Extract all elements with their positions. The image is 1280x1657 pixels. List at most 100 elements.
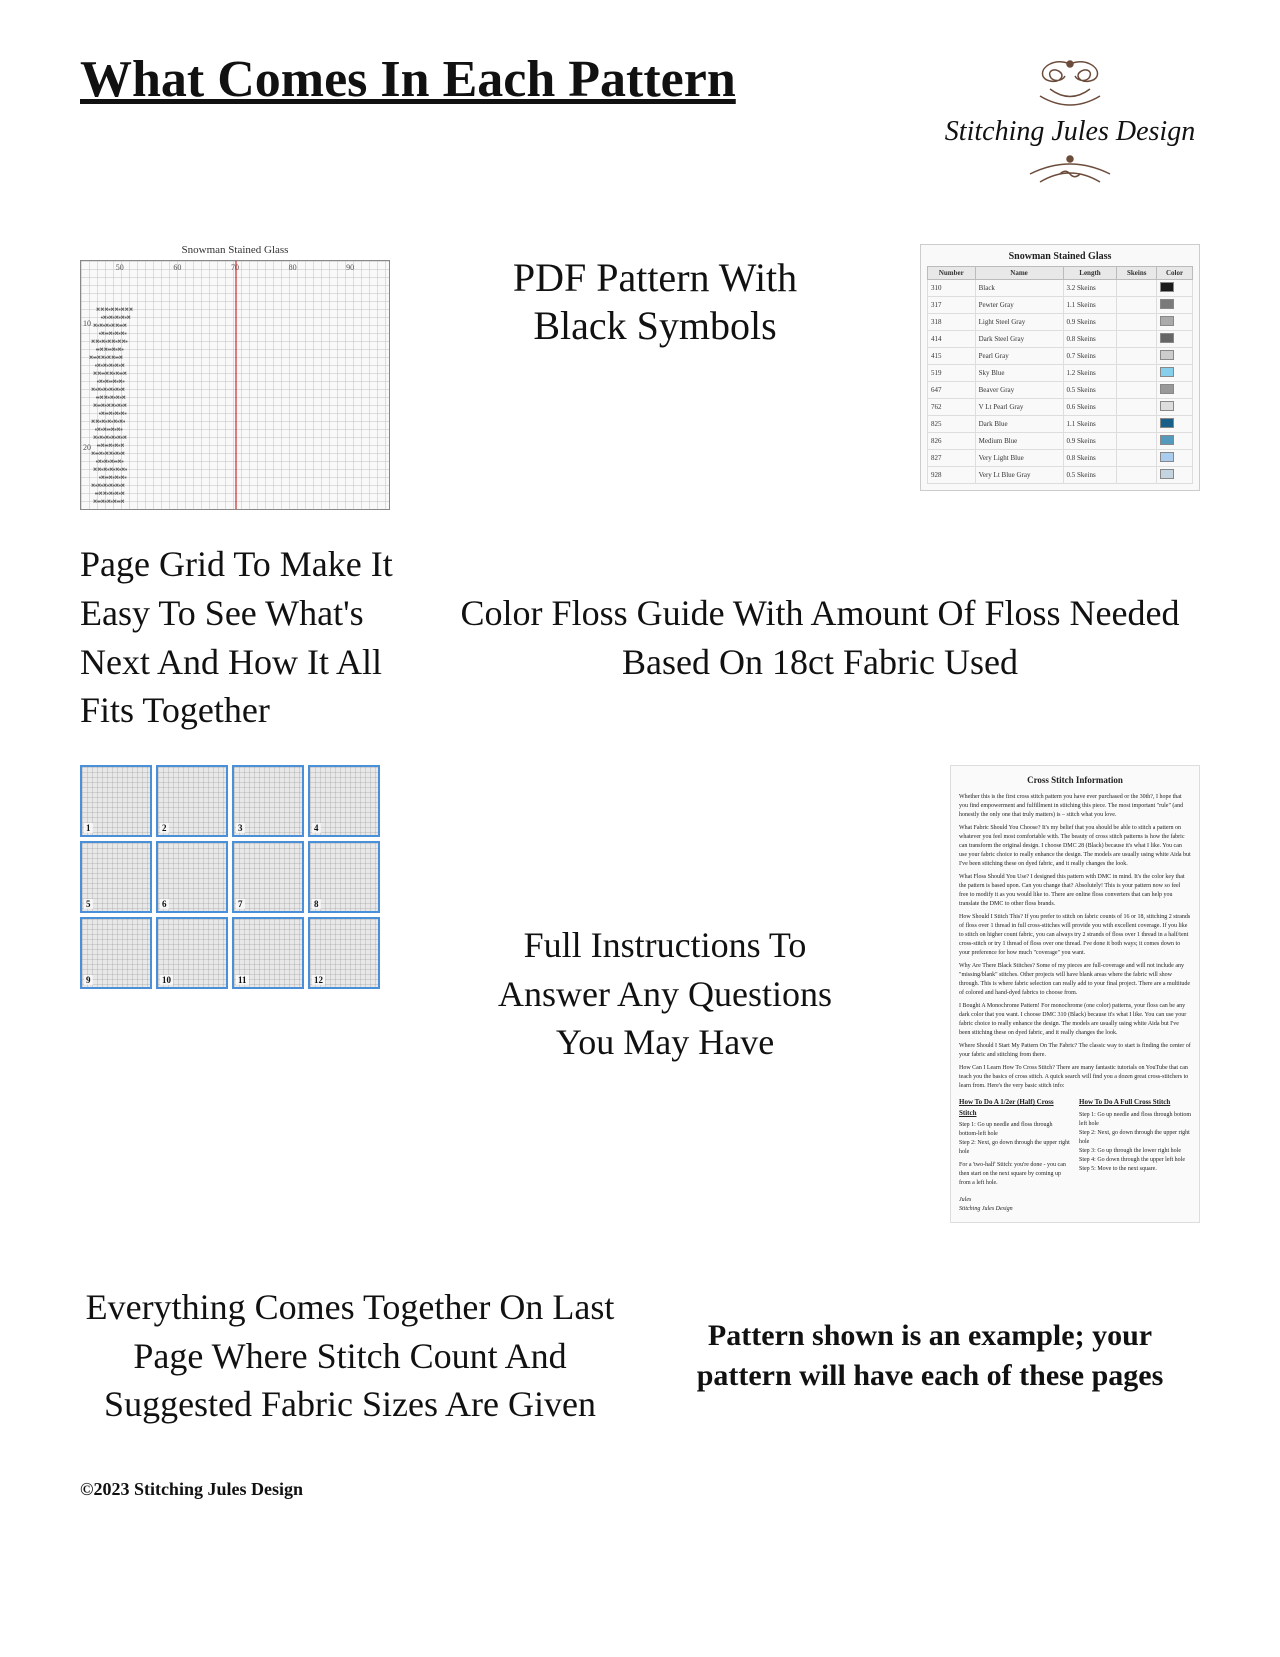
thumbnail-number: 1 — [84, 823, 93, 833]
svg-text:▪✕▪▪✕▪✕▪✕▪: ▪✕▪▪✕▪✕▪✕▪ — [99, 331, 127, 337]
color-swatch — [1160, 452, 1174, 462]
instructions-text: Full Instructions To Answer Any Question… — [400, 921, 930, 1067]
svg-text:▪✕▪✕▪✕▪✕▪✕: ▪✕▪✕▪✕▪✕▪✕ — [101, 315, 131, 321]
floss-row: 414Dark Steel Gray0.8 Skeins — [928, 331, 1193, 348]
thumbnail-number: 6 — [160, 899, 169, 909]
full-step: Step 4: Go down through the upper left h… — [1079, 1156, 1191, 1165]
thumbnail-number: 12 — [312, 975, 325, 985]
info-paragraph: How Can I Learn How To Cross Stitch? The… — [959, 1064, 1191, 1091]
full-step: Step 3: Go up through the lower right ho… — [1079, 1147, 1191, 1156]
svg-text:▪✕▪✕▪✕▪▪✕▪: ▪✕▪✕▪✕▪▪✕▪ — [96, 459, 124, 465]
floss-row: 928Very Lt Blue Gray0.5 Skeins — [928, 467, 1193, 484]
thumbnail-cell: 11 — [232, 917, 304, 989]
thumbnails-area: 123456789101112 — [80, 765, 380, 989]
svg-text:✕✕▪▪✕✕▪✕▪▪✕: ✕✕▪▪✕✕▪✕▪▪✕ — [93, 371, 127, 377]
pattern-grid-inner: 5060708090 1020 ✕✕✕▪✕✕▪✕✕✕ ▪✕▪✕▪✕▪✕▪✕ ✕▪… — [81, 261, 389, 509]
thumbnail-number: 11 — [236, 975, 249, 985]
section2: Page Grid To Make It Easy To See What's … — [0, 510, 1280, 734]
color-swatch-cell — [1156, 416, 1192, 433]
svg-text:✕✕✕▪✕✕▪✕✕✕: ✕✕✕▪✕✕▪✕✕✕ — [96, 307, 133, 313]
color-swatch — [1160, 367, 1174, 377]
thumbnail-number: 2 — [160, 823, 169, 833]
thumbnail-cell: 1 — [80, 765, 152, 837]
floss-row: 827Very Light Blue0.8 Skeins — [928, 450, 1193, 467]
color-swatch-cell — [1156, 365, 1192, 382]
color-floss-text: Color Floss Guide With Amount Of Floss N… — [440, 589, 1200, 686]
color-swatch-cell — [1156, 314, 1192, 331]
floss-table-title: Snowman Stained Glass — [927, 251, 1193, 262]
color-swatch — [1160, 435, 1174, 445]
floss-row: 310Black3.2 Skeins — [928, 280, 1193, 297]
how-to-columns: How To Do A 1/2er (Half) Cross Stitch St… — [959, 1097, 1191, 1188]
pattern-symbols-svg: ✕✕✕▪✕✕▪✕✕✕ ▪✕▪✕▪✕▪✕▪✕ ✕▪✕▪✕▪✕✕▪▪✕ ▪✕▪▪✕▪… — [81, 261, 389, 509]
svg-text:▪✕▪▪✕▪✕▪✕▪: ▪✕▪▪✕▪✕▪✕▪ — [99, 411, 127, 417]
logo-ornament-svg — [1010, 54, 1130, 114]
signature: Jules Stitching Jules Design — [959, 1196, 1191, 1214]
floss-row: 825Dark Blue1.1 Skeins — [928, 416, 1193, 433]
half-steps: Step 1: Go up needle and floss through b… — [959, 1121, 1071, 1157]
color-swatch-cell — [1156, 348, 1192, 365]
color-swatch — [1160, 316, 1174, 326]
section4: Everything Comes Together On Last Page W… — [0, 1223, 1280, 1459]
how-to-full-col: How To Do A Full Cross Stitch Step 1: Go… — [1079, 1097, 1191, 1188]
thumbnail-cell: 6 — [156, 841, 228, 913]
half-step: Step 2: Next, go down through the upper … — [959, 1139, 1071, 1157]
cross-stitch-info: Cross Stitch Information Whether this is… — [950, 765, 1200, 1224]
section1: Snowman Stained Glass 5060708090 1020 ✕✕… — [0, 214, 1280, 510]
color-swatch-cell — [1156, 467, 1192, 484]
logo-bottom-ornament — [1010, 154, 1130, 194]
color-swatch — [1160, 282, 1174, 292]
svg-text:✕▪✕▪✕▪✕▪✕▪✕: ✕▪✕▪✕▪✕▪✕▪✕ — [91, 483, 125, 489]
color-swatch — [1160, 299, 1174, 309]
center-content: PDF Pattern With Black Symbols — [410, 244, 900, 360]
floss-row: 519Sky Blue1.2 Skeins — [928, 365, 1193, 382]
svg-text:✕✕▪✕▪✕▪✕▪✕▪: ✕✕▪✕▪✕▪✕▪✕▪ — [93, 467, 127, 473]
thumbnail-number: 7 — [236, 899, 245, 909]
svg-text:▪▪✕▪▪✕▪✕▪✕: ▪▪✕▪▪✕▪✕▪✕ — [97, 443, 124, 449]
info-paragraph: Whether this is the first cross stitch p… — [959, 793, 1191, 820]
how-to-full-title: How To Do A Full Cross Stitch — [1079, 1097, 1191, 1108]
color-swatch-cell — [1156, 297, 1192, 314]
thumbnail-number: 4 — [312, 823, 321, 833]
info-paragraph: What Floss Should You Use? I designed th… — [959, 873, 1191, 909]
color-swatch-cell — [1156, 433, 1192, 450]
pattern-image-label: Snowman Stained Glass — [80, 244, 390, 256]
full-step: Step 2: Next, go down through the upper … — [1079, 1129, 1191, 1147]
floss-table: Number Name Length Skeins Color 310Black… — [927, 266, 1193, 484]
thumbnail-cell: 3 — [232, 765, 304, 837]
thumbnail-cell: 2 — [156, 765, 228, 837]
floss-row: 318Light Steel Gray0.9 Skeins — [928, 314, 1193, 331]
floss-row: 415Pearl Gray0.7 Skeins — [928, 348, 1193, 365]
half-step: Step 1: Go up needle and floss through b… — [959, 1121, 1071, 1139]
svg-text:✕▪▪✕▪✕▪✕▪▪✕: ✕▪▪✕▪✕▪✕▪▪✕ — [93, 499, 125, 505]
svg-text:▪▪✕✕▪✕▪✕▪✕: ▪▪✕✕▪✕▪✕▪✕ — [95, 491, 125, 497]
svg-text:▪✕▪✕▪▪✕▪✕▪: ▪✕▪✕▪▪✕▪✕▪ — [97, 379, 125, 385]
thumbnail-cell: 8 — [308, 841, 380, 913]
color-swatch — [1160, 384, 1174, 394]
col-color: Color — [1156, 267, 1192, 280]
thumbnail-cell: 10 — [156, 917, 228, 989]
floss-row: 762V Lt Pearl Gray0.6 Skeins — [928, 399, 1193, 416]
full-steps: Step 1: Go up needle and floss through b… — [1079, 1111, 1191, 1174]
svg-text:▪▪✕✕▪▪✕▪✕▪: ▪▪✕✕▪▪✕▪✕▪ — [96, 347, 124, 353]
half-extra: For a 'two-half' Stitch: you're done - y… — [959, 1161, 1071, 1188]
color-swatch — [1160, 418, 1174, 428]
logo-area: Stitching Jules Design — [940, 50, 1200, 194]
svg-text:▪✕▪✕▪▪✕▪✕▪: ▪✕▪✕▪▪✕▪✕▪ — [95, 427, 123, 433]
svg-text:▪✕▪✕▪✕▪✕▪✕: ▪✕▪✕▪✕▪✕▪✕ — [95, 363, 125, 369]
floss-row: 317Pewter Gray1.1 Skeins — [928, 297, 1193, 314]
how-to-half-title: How To Do A 1/2er (Half) Cross Stitch — [959, 1097, 1071, 1118]
col-name: Name — [975, 267, 1063, 280]
pattern-grid: 5060708090 1020 ✕✕✕▪✕✕▪✕✕✕ ▪✕▪✕▪✕▪✕▪✕ ✕▪… — [80, 260, 390, 510]
color-swatch-cell — [1156, 331, 1192, 348]
svg-text:✕▪▪✕▪✕✕▪✕▪✕: ✕▪▪✕▪✕✕▪✕▪✕ — [91, 451, 125, 457]
info-paragraph: What Fabric Should You Choose? It's my b… — [959, 824, 1191, 869]
color-swatch-cell — [1156, 450, 1192, 467]
color-swatch — [1160, 469, 1174, 479]
col-skeins: Skeins — [1117, 267, 1157, 280]
info-title: Cross Stitch Information — [959, 774, 1191, 788]
info-paragraph: Where Should I Start My Pattern On The F… — [959, 1042, 1191, 1060]
thumbnail-cell: 7 — [232, 841, 304, 913]
svg-text:✕✕▪✕▪✕✕▪✕✕▪: ✕✕▪✕▪✕✕▪✕✕▪ — [91, 339, 128, 345]
floss-row: 647Beaver Gray0.5 Skeins — [928, 382, 1193, 399]
